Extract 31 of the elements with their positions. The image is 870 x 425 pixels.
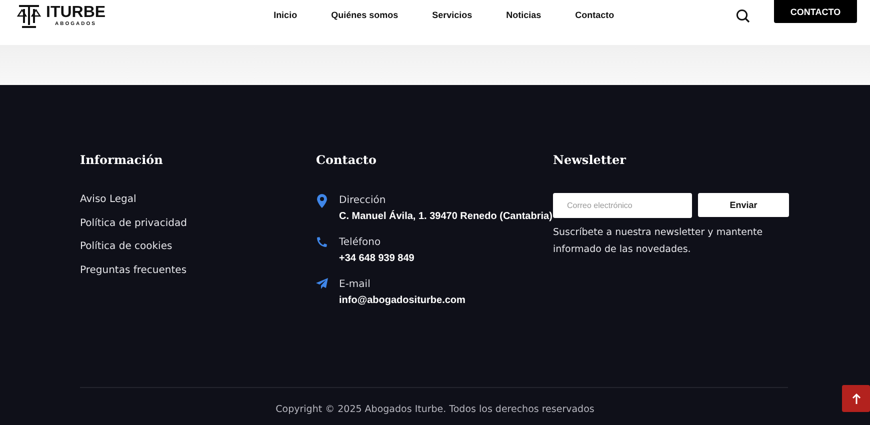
back-to-top-button[interactable] — [842, 385, 870, 412]
nav-link[interactable]: Noticias — [506, 10, 542, 20]
email-input-field[interactable]: Correo electrónico — [553, 193, 692, 218]
nav-link[interactable]: Servicios — [432, 10, 472, 20]
newsletter-description: Suscríbete a nuestra newsletter y mantente informado de las novedades. — [553, 226, 764, 257]
send-button[interactable]: Enviar — [698, 193, 789, 217]
contact-label: Teléfono — [339, 236, 382, 250]
nav-link[interactable]: Contacto — [575, 10, 614, 20]
footer-link[interactable]: Aviso Legal — [80, 193, 316, 208]
nav-link[interactable]: Quiénes somos — [331, 10, 398, 20]
scales-logo-icon — [16, 3, 42, 29]
column-heading: Newsletter — [553, 153, 627, 167]
contact-value: C. Manuel Ávila, 1. 39470 Renedo (Cantabria) — [339, 209, 552, 224]
phone-icon — [316, 236, 328, 248]
logo-name: ITURBE — [46, 5, 106, 21]
footer-link[interactable]: Preguntas frecuentes — [80, 264, 316, 278]
footer-link[interactable]: Política de cookies — [80, 240, 316, 254]
copyright-text: Copyright © 2025 Abogados Iturbe. Todos los derechos reservados — [276, 404, 594, 415]
contact-value: info@abogadositurbe.com — [339, 294, 466, 308]
nav-link[interactable]: Inicio — [274, 10, 298, 20]
up-arrow-icon — [852, 393, 860, 404]
column-heading: Contacto — [316, 153, 378, 167]
footer-link[interactable]: Política de privacidad — [80, 216, 316, 231]
column-heading: Información — [80, 153, 164, 167]
contact-value: +34 648 939 849 — [339, 252, 414, 266]
search-icon[interactable] — [736, 9, 750, 23]
location-pin-icon — [316, 194, 328, 208]
contact-label: Dirección — [339, 194, 387, 208]
paper-plane-icon — [316, 278, 328, 289]
contact-label: E-mail — [339, 278, 372, 292]
contact-button[interactable]: CONTACTO — [774, 0, 857, 23]
